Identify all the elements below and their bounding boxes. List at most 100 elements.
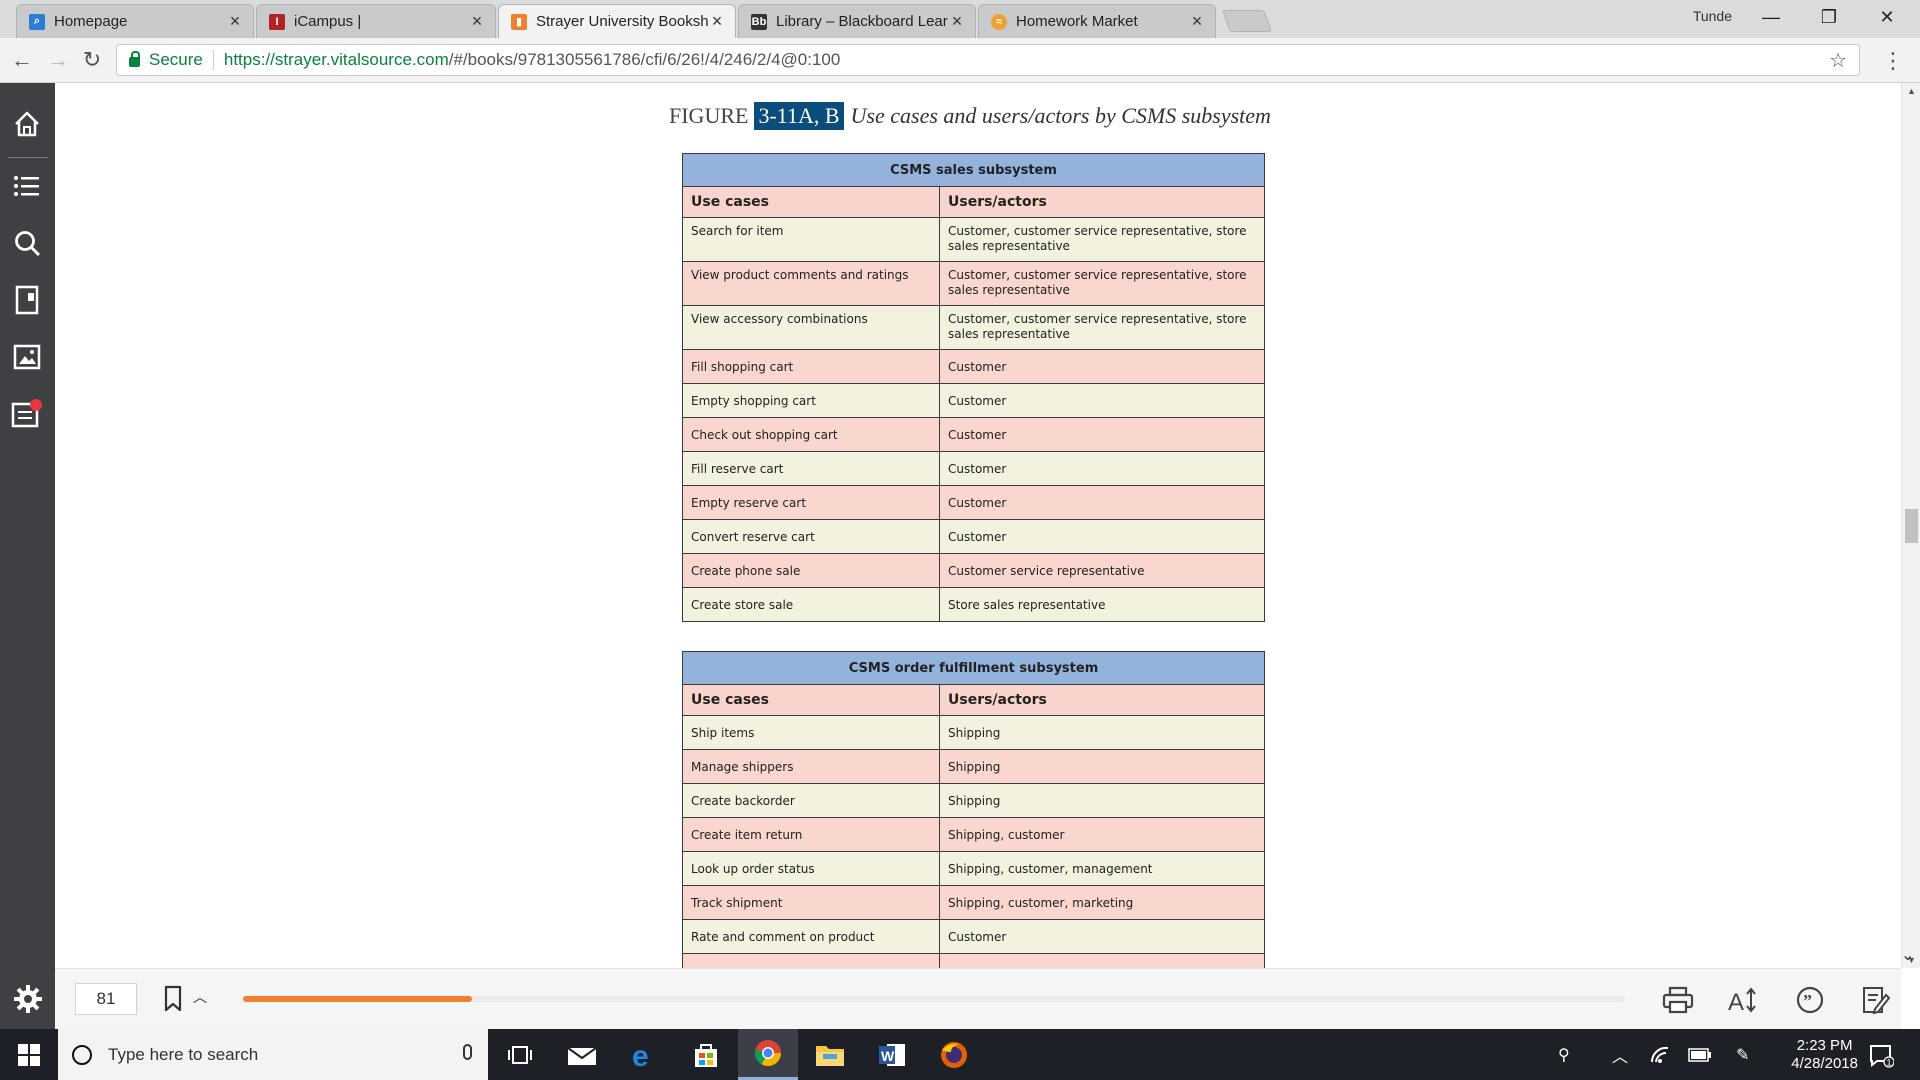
actors-cell: Shipping	[938, 783, 1266, 818]
task-view-icon[interactable]	[490, 1029, 550, 1080]
sidebar-divider	[8, 157, 48, 158]
actors-cell	[938, 953, 1266, 968]
figure-number-highlight[interactable]: 3-11A, B	[754, 102, 844, 130]
text-size-icon[interactable]: A	[1727, 983, 1761, 1017]
close-tab-icon[interactable]: ×	[709, 11, 725, 32]
use-case-cell: Convert reserve cart	[682, 519, 940, 554]
figure-caption: FIGURE 3-11A, B Use cases and users/acto…	[669, 102, 1271, 130]
browser-tab[interactable]: ≈ Homework Market ×	[978, 4, 1216, 38]
address-divider	[212, 50, 214, 70]
taskbar-search-box[interactable]: Type here to search	[58, 1029, 488, 1080]
bookmark-star-icon[interactable]: ☆	[1829, 48, 1847, 73]
url-path: /#/books/9781305561786/cfi/6/26!/4/246/2…	[448, 50, 841, 69]
table-row: Look up order status Shipping, customer,…	[682, 851, 1266, 886]
flashcards-icon[interactable]	[10, 283, 44, 317]
pen-workspace-icon[interactable]: ✎	[1736, 1029, 1749, 1080]
close-window-button[interactable]: ✕	[1858, 0, 1916, 34]
windows-start-icon[interactable]	[0, 1029, 58, 1080]
actors-cell: Customer, customer service representativ…	[939, 261, 1265, 306]
page-number-input[interactable]: 81	[75, 983, 137, 1015]
close-tab-icon[interactable]: ×	[1189, 11, 1205, 32]
actors-cell: Shipping	[938, 715, 1266, 750]
gear-icon[interactable]	[13, 984, 43, 1014]
table-row: Search for item Customer, customer servi…	[682, 217, 1265, 262]
wifi-icon[interactable]	[1650, 1029, 1670, 1080]
bookmark-caret-icon[interactable]: ︿	[193, 987, 207, 1007]
store-app-icon[interactable]	[676, 1029, 736, 1080]
show-hidden-icons-icon[interactable]: ︿	[1612, 1029, 1628, 1080]
action-center-icon[interactable]: 1	[1868, 1029, 1894, 1080]
scroll-up-arrow-icon[interactable]: ▲	[1902, 83, 1920, 99]
use-case-cell: View accessory combinations	[682, 305, 940, 350]
icampus-favicon-icon: I	[269, 13, 285, 30]
use-case-cell: Create store sale	[682, 587, 940, 622]
reload-button[interactable]: ↻	[78, 46, 106, 74]
tab-title: Homework Market	[1016, 13, 1138, 30]
address-bar[interactable]: Secure https://strayer.vitalsource.com /…	[116, 44, 1860, 76]
use-case-cell: Fill shopping cart	[682, 349, 940, 384]
scrollbar-thumb[interactable]	[1905, 509, 1918, 543]
blackboard-favicon-icon: Bb	[751, 13, 767, 30]
new-tab-button[interactable]	[1221, 10, 1273, 32]
browser-tab[interactable]: Bb Library – Blackboard Lear ×	[738, 4, 976, 38]
table-row: Create backorder Shipping	[682, 783, 1266, 818]
citation-icon[interactable]: ”	[1793, 983, 1827, 1017]
table-row: Create item return Shipping, customer	[682, 817, 1266, 852]
url-host: https://strayer.vitalsource.com	[223, 50, 449, 69]
table-of-contents-icon[interactable]	[10, 169, 44, 203]
profile-name[interactable]: Tunde	[1693, 8, 1732, 24]
browser-tab[interactable]: I iCampus | ×	[256, 4, 496, 38]
print-icon[interactable]	[1661, 983, 1695, 1017]
use-case-cell: Check out shopping cart	[682, 417, 940, 452]
bookmark-icon[interactable]	[163, 985, 183, 1018]
table-row: Ship items Shipping	[682, 715, 1266, 750]
taskbar-clock[interactable]: 2:23 PM 4/28/2018	[1791, 1037, 1858, 1073]
use-case-cell: Search for item	[682, 217, 940, 262]
forward-button[interactable]: →	[44, 46, 72, 74]
actors-cell: Customer	[939, 383, 1265, 418]
file-explorer-icon[interactable]	[800, 1029, 860, 1080]
table-row: Track shipment Shipping, customer, marke…	[682, 885, 1266, 920]
vertical-scrollbar[interactable]: ▲ ▼	[1901, 83, 1920, 968]
actors-cell: Customer	[938, 919, 1266, 954]
figures-icon[interactable]	[10, 340, 44, 374]
back-button[interactable]: ←	[8, 46, 36, 74]
close-tab-icon[interactable]: ×	[469, 11, 485, 32]
order-fulfillment-subsystem-table: CSMS order fulfillment subsystem Use cas…	[681, 651, 1266, 968]
actors-cell: Customer	[939, 451, 1265, 486]
actors-cell: Customer	[939, 417, 1265, 452]
windows-taskbar: Type here to search e W ⚲ ︿ ✎ 2:23 PM 4/…	[0, 1029, 1920, 1080]
figure-description: Use cases and users/actors by CSMS subsy…	[850, 103, 1271, 128]
browser-tab-active[interactable]: ▮ Strayer University Booksh ×	[498, 4, 736, 38]
close-tab-icon[interactable]: ×	[227, 11, 243, 32]
search-icon[interactable]	[10, 226, 44, 260]
microphone-icon[interactable]	[463, 1044, 472, 1060]
figure-label: FIGURE	[669, 103, 749, 128]
use-case-cell: Track shipment	[682, 885, 940, 920]
battery-icon[interactable]	[1688, 1029, 1712, 1080]
chrome-browser-icon[interactable]	[738, 1029, 798, 1080]
close-tab-icon[interactable]: ×	[949, 11, 965, 32]
reading-progress-bar[interactable]	[243, 996, 1625, 1002]
browser-tab[interactable]: ⌕ Homepage ×	[16, 4, 254, 38]
table-row: Create phone sale Customer service repre…	[682, 553, 1265, 588]
people-icon[interactable]: ⚲	[1558, 1029, 1570, 1080]
tab-title: Strayer University Booksh	[536, 13, 709, 30]
restore-button[interactable]: ❐	[1800, 0, 1858, 34]
table-title: CSMS order fulfillment subsystem	[681, 651, 1266, 685]
notebook-icon[interactable]	[10, 397, 44, 431]
actors-cell: Customer service representative	[939, 553, 1265, 588]
settings-panel	[0, 968, 55, 1029]
edge-browser-icon[interactable]: e	[614, 1029, 674, 1080]
browser-toolbar: ← → ↻ Secure https://strayer.vitalsource…	[0, 38, 1920, 83]
mail-app-icon[interactable]	[552, 1029, 612, 1080]
notes-edit-icon[interactable]	[1859, 983, 1893, 1017]
homework-market-favicon-icon: ≈	[991, 13, 1007, 30]
word-app-icon[interactable]: W	[862, 1029, 922, 1080]
table-row: Manage shippers Shipping	[682, 749, 1266, 784]
home-icon[interactable]	[10, 107, 44, 141]
firefox-browser-icon[interactable]	[924, 1029, 984, 1080]
browser-menu-icon[interactable]: ⋮	[1882, 48, 1904, 74]
chevron-down-icon[interactable]: ⌄	[1901, 945, 1914, 965]
minimize-button[interactable]: —	[1742, 0, 1800, 34]
